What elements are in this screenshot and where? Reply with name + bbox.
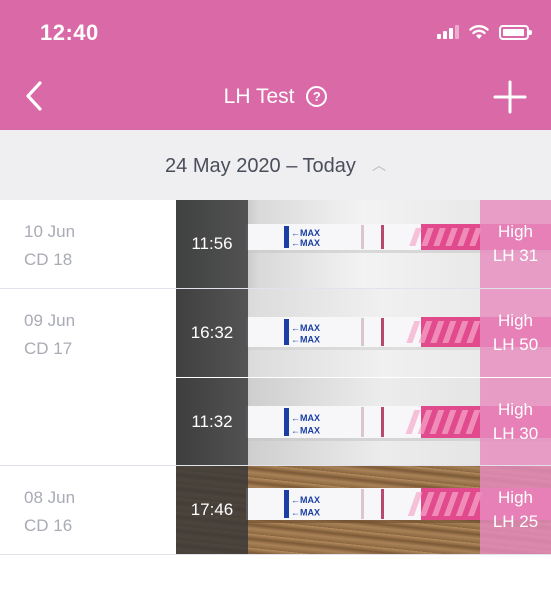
test-list: 10 Jun CD 18 ←MAX ←MAX 11:56 High LH 31 09 Jun C…	[0, 200, 551, 555]
test-time: 17:46	[176, 466, 248, 554]
page-title-text: LH Test	[223, 85, 295, 108]
strip-max-marker: ←MAX	[291, 335, 320, 345]
test-result: High LH 25	[480, 466, 551, 554]
result-lh-value: LH 25	[492, 512, 539, 531]
result-level: High	[498, 399, 533, 419]
date-group: 10 Jun CD 18 ←MAX ←MAX 11:56 High LH 31	[0, 200, 551, 289]
strip-max-marker: ←MAX	[291, 323, 320, 333]
test-result: High LH 30	[480, 378, 551, 465]
strip-max-marker: ←MAX	[291, 228, 320, 238]
group-date: 10 Jun	[24, 222, 76, 241]
status-icons	[437, 24, 532, 40]
header: 12:40 LH Test ?	[0, 0, 551, 130]
result-level: High	[498, 222, 533, 241]
help-icon[interactable]: ?	[306, 86, 328, 107]
cycle-day: CD 17	[24, 339, 73, 358]
test-entry[interactable]: ←MAX ←MAX 16:32 High LH 50	[176, 289, 551, 377]
result-level: High	[498, 311, 533, 330]
cycle-day: CD 18	[24, 250, 73, 269]
cellular-signal-icon	[437, 25, 459, 39]
strip-max-marker: ←MAX	[291, 495, 320, 505]
date-range-bar[interactable]: 24 May 2020 – Today ︿	[0, 130, 551, 200]
date-group-label: 09 Jun CD 17	[24, 307, 75, 363]
battery-icon	[499, 24, 532, 40]
result-lh-value: LH 31	[492, 246, 539, 265]
date-group: 09 Jun CD 17 ←MAX ←MAX 16:32 High LH 50 ←MAX ←MA…	[0, 289, 551, 466]
date-group: 08 Jun CD 16 ←MAX ←MAX 17:46 High LH 25	[0, 466, 551, 555]
test-result: High LH 31	[480, 200, 551, 288]
test-entry[interactable]: ←MAX ←MAX 17:46 High LH 25	[176, 466, 551, 554]
strip-max-marker: ←MAX	[291, 238, 320, 248]
date-group-label: 08 Jun CD 16	[24, 484, 75, 540]
strip-max-marker: ←MAX	[291, 425, 320, 435]
nav-bar: LH Test ?	[0, 64, 551, 130]
test-entry[interactable]: ←MAX ←MAX 11:32 High LH 30	[176, 377, 551, 465]
add-plus-icon[interactable]	[493, 80, 527, 114]
strip-max-marker: ←MAX	[291, 507, 320, 517]
test-time: 11:32	[176, 378, 248, 465]
status-bar: 12:40	[0, 0, 551, 64]
test-time: 11:56	[176, 200, 248, 288]
test-result: High LH 50	[480, 289, 551, 377]
app: 12:40 LH Test ? 24 May 2020 – Today ︿ 10…	[0, 0, 551, 600]
result-lh-value: LH 50	[492, 335, 539, 354]
group-date: 09 Jun	[24, 311, 76, 330]
chevron-up-icon[interactable]: ︿	[372, 130, 386, 200]
result-level: High	[498, 488, 533, 507]
test-entry[interactable]: ←MAX ←MAX 11:56 High LH 31	[176, 200, 551, 288]
strip-max-marker: ←MAX	[291, 413, 320, 423]
date-group-label: 10 Jun CD 18	[24, 218, 75, 274]
result-lh-value: LH 30	[492, 423, 539, 443]
wifi-icon	[469, 25, 489, 39]
page-title: LH Test ?	[0, 85, 551, 109]
test-time: 16:32	[176, 289, 248, 377]
status-time: 12:40	[40, 20, 99, 45]
group-date: 08 Jun	[24, 488, 76, 507]
cycle-day: CD 16	[24, 516, 73, 535]
date-range-label: 24 May 2020 – Today	[165, 155, 356, 177]
